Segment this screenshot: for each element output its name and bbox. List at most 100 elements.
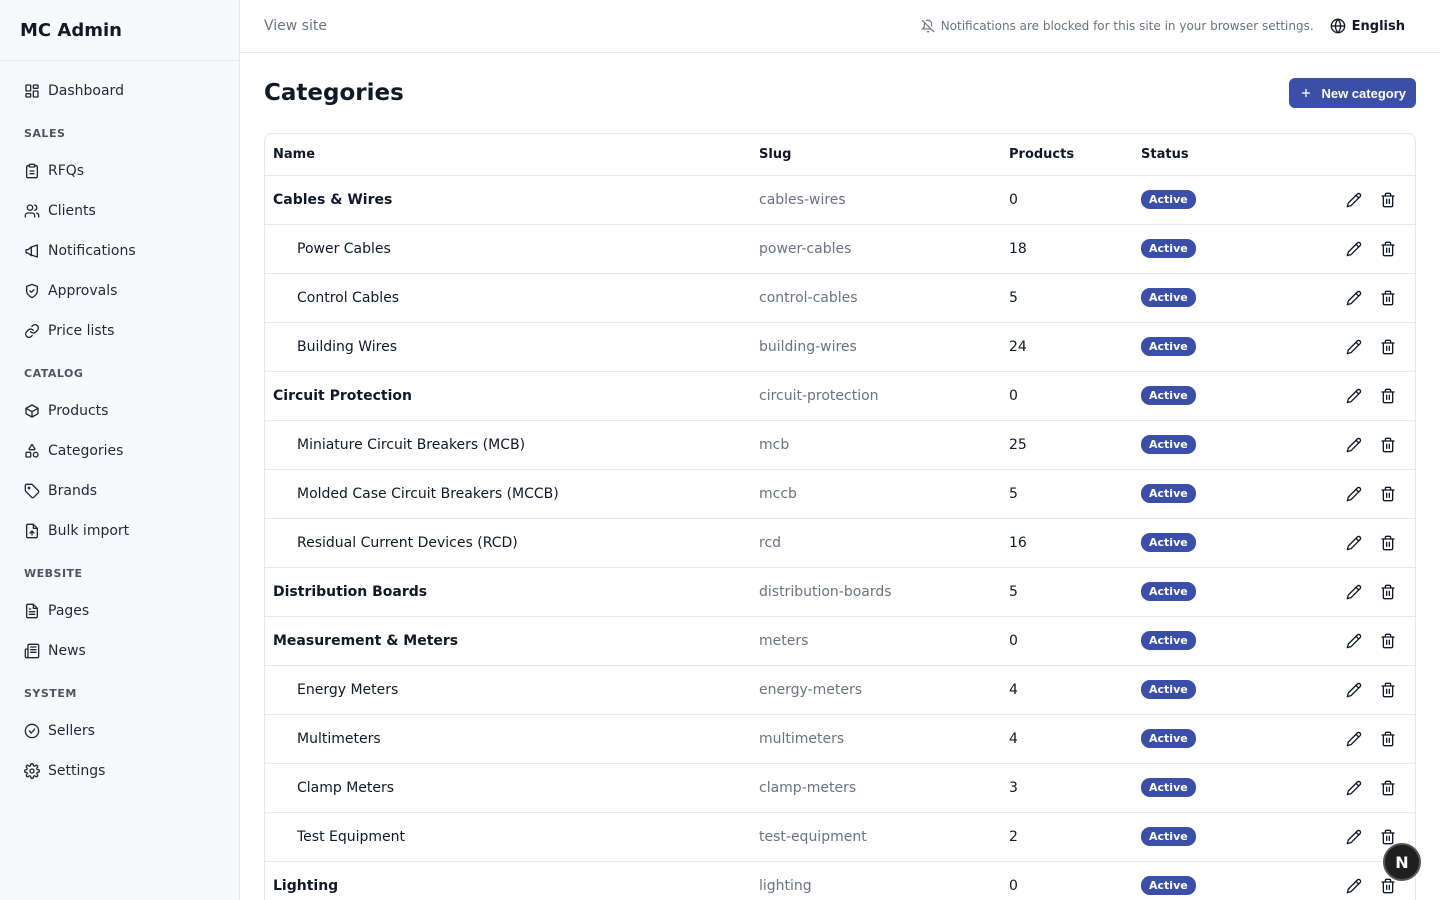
trash-icon bbox=[1381, 339, 1395, 354]
sidebar-item-label: Settings bbox=[48, 763, 106, 779]
sidebar-item-label: Pages bbox=[48, 603, 90, 619]
status-badge: Active bbox=[1141, 435, 1196, 454]
app-logo[interactable]: MC Admin bbox=[0, 0, 239, 61]
new-category-button[interactable]: New category bbox=[1289, 78, 1416, 108]
status-cell: Active bbox=[1141, 567, 1291, 617]
category-slug: mccb bbox=[759, 469, 1009, 519]
trash-icon bbox=[1381, 486, 1395, 501]
language-switcher[interactable]: English bbox=[1330, 18, 1405, 34]
column-header-actions bbox=[1291, 134, 1415, 176]
status-cell: Active bbox=[1141, 665, 1291, 715]
delete-button[interactable] bbox=[1377, 532, 1399, 554]
shapes-icon bbox=[25, 443, 39, 458]
pencil-icon bbox=[1346, 682, 1362, 697]
column-header-name[interactable]: Name bbox=[265, 134, 759, 176]
edit-button[interactable] bbox=[1343, 581, 1365, 603]
shield-check-icon bbox=[26, 283, 38, 299]
delete-button[interactable] bbox=[1377, 385, 1399, 407]
sidebar-item-notifications[interactable]: Notifications bbox=[0, 231, 239, 271]
edit-button[interactable] bbox=[1343, 875, 1365, 897]
status-badge: Active bbox=[1141, 386, 1196, 405]
delete-button[interactable] bbox=[1377, 189, 1399, 211]
delete-button[interactable] bbox=[1377, 287, 1399, 309]
edit-button[interactable] bbox=[1343, 189, 1365, 211]
sidebar-item-settings[interactable]: Settings bbox=[0, 751, 239, 791]
column-header-products[interactable]: Products bbox=[1009, 134, 1141, 176]
nextjs-dev-indicator-button[interactable]: N bbox=[1383, 843, 1421, 881]
category-product-count: 2 bbox=[1009, 812, 1141, 862]
sidebar-item-approvals[interactable]: Approvals bbox=[0, 271, 239, 311]
column-header-status[interactable]: Status bbox=[1141, 134, 1291, 176]
delete-button[interactable] bbox=[1377, 483, 1399, 505]
sidebar-item-label: Products bbox=[48, 403, 109, 419]
pencil-icon bbox=[1346, 780, 1362, 795]
edit-button[interactable] bbox=[1343, 385, 1365, 407]
delete-button[interactable] bbox=[1377, 630, 1399, 652]
edit-button[interactable] bbox=[1343, 679, 1365, 701]
actions-cell bbox=[1291, 224, 1415, 274]
category-product-count: 3 bbox=[1009, 763, 1141, 813]
sidebar-item-clients[interactable]: Clients bbox=[0, 191, 239, 231]
category-name: Test Equipment bbox=[265, 812, 759, 862]
sidebar-item-label: Clients bbox=[48, 203, 96, 219]
edit-button[interactable] bbox=[1343, 238, 1365, 260]
sidebar-item-label: Bulk import bbox=[48, 523, 130, 539]
delete-button[interactable] bbox=[1377, 777, 1399, 799]
category-product-count: 4 bbox=[1009, 714, 1141, 764]
sidebar-item-rfqs[interactable]: RFQs bbox=[0, 151, 239, 191]
clipboard-icon bbox=[26, 163, 38, 179]
table-row: Test Equipment test-equipment 2 Active bbox=[265, 812, 1415, 862]
trash-icon bbox=[1381, 290, 1395, 305]
sidebar-item-dashboard[interactable]: Dashboard bbox=[0, 71, 239, 111]
actions-cell bbox=[1291, 273, 1415, 323]
pencil-icon bbox=[1346, 486, 1362, 501]
globe-icon bbox=[1330, 18, 1345, 34]
edit-button[interactable] bbox=[1343, 728, 1365, 750]
trash-icon bbox=[1381, 241, 1395, 256]
delete-button[interactable] bbox=[1377, 336, 1399, 358]
category-product-count: 18 bbox=[1009, 224, 1141, 274]
actions-cell bbox=[1291, 322, 1415, 372]
sidebar-item-news[interactable]: News bbox=[0, 631, 239, 671]
edit-button[interactable] bbox=[1343, 434, 1365, 456]
sidebar-item-price-lists[interactable]: Price lists bbox=[0, 311, 239, 351]
status-cell: Active bbox=[1141, 714, 1291, 764]
sidebar-item-sellers[interactable]: Sellers bbox=[0, 711, 239, 751]
status-cell: Active bbox=[1141, 763, 1291, 813]
category-name: Residual Current Devices (RCD) bbox=[265, 518, 759, 568]
status-badge: Active bbox=[1141, 876, 1196, 895]
sidebar-item-categories[interactable]: Categories bbox=[0, 431, 239, 471]
edit-button[interactable] bbox=[1343, 826, 1365, 848]
category-name: Control Cables bbox=[265, 273, 759, 323]
edit-button[interactable] bbox=[1343, 777, 1365, 799]
sidebar-item-products[interactable]: Products bbox=[0, 391, 239, 431]
view-site-link[interactable]: View site bbox=[264, 18, 327, 34]
edit-button[interactable] bbox=[1343, 630, 1365, 652]
edit-button[interactable] bbox=[1343, 287, 1365, 309]
category-product-count: 25 bbox=[1009, 420, 1141, 470]
edit-button[interactable] bbox=[1343, 483, 1365, 505]
sidebar-item-brands[interactable]: Brands bbox=[0, 471, 239, 511]
sidebar-section-title: CATALOG bbox=[24, 367, 84, 380]
sidebar-section-title: SALES bbox=[24, 127, 66, 140]
category-slug: mcb bbox=[759, 420, 1009, 470]
actions-cell bbox=[1291, 714, 1415, 764]
sidebar-item-label: Sellers bbox=[48, 723, 95, 739]
edit-button[interactable] bbox=[1343, 532, 1365, 554]
sidebar-section-title: WEBSITE bbox=[24, 567, 83, 580]
delete-button[interactable] bbox=[1377, 238, 1399, 260]
pencil-icon bbox=[1346, 633, 1362, 648]
edit-button[interactable] bbox=[1343, 336, 1365, 358]
delete-button[interactable] bbox=[1377, 581, 1399, 603]
category-product-count: 16 bbox=[1009, 518, 1141, 568]
category-name: Energy Meters bbox=[265, 665, 759, 715]
trash-icon bbox=[1381, 584, 1395, 599]
actions-cell bbox=[1291, 616, 1415, 666]
sidebar-item-pages[interactable]: Pages bbox=[0, 591, 239, 631]
table-row: Power Cables power-cables 18 Active bbox=[265, 224, 1415, 274]
delete-button[interactable] bbox=[1377, 728, 1399, 750]
delete-button[interactable] bbox=[1377, 434, 1399, 456]
delete-button[interactable] bbox=[1377, 679, 1399, 701]
column-header-slug[interactable]: Slug bbox=[759, 134, 1009, 176]
sidebar-item-bulk-import[interactable]: Bulk import bbox=[0, 511, 239, 551]
